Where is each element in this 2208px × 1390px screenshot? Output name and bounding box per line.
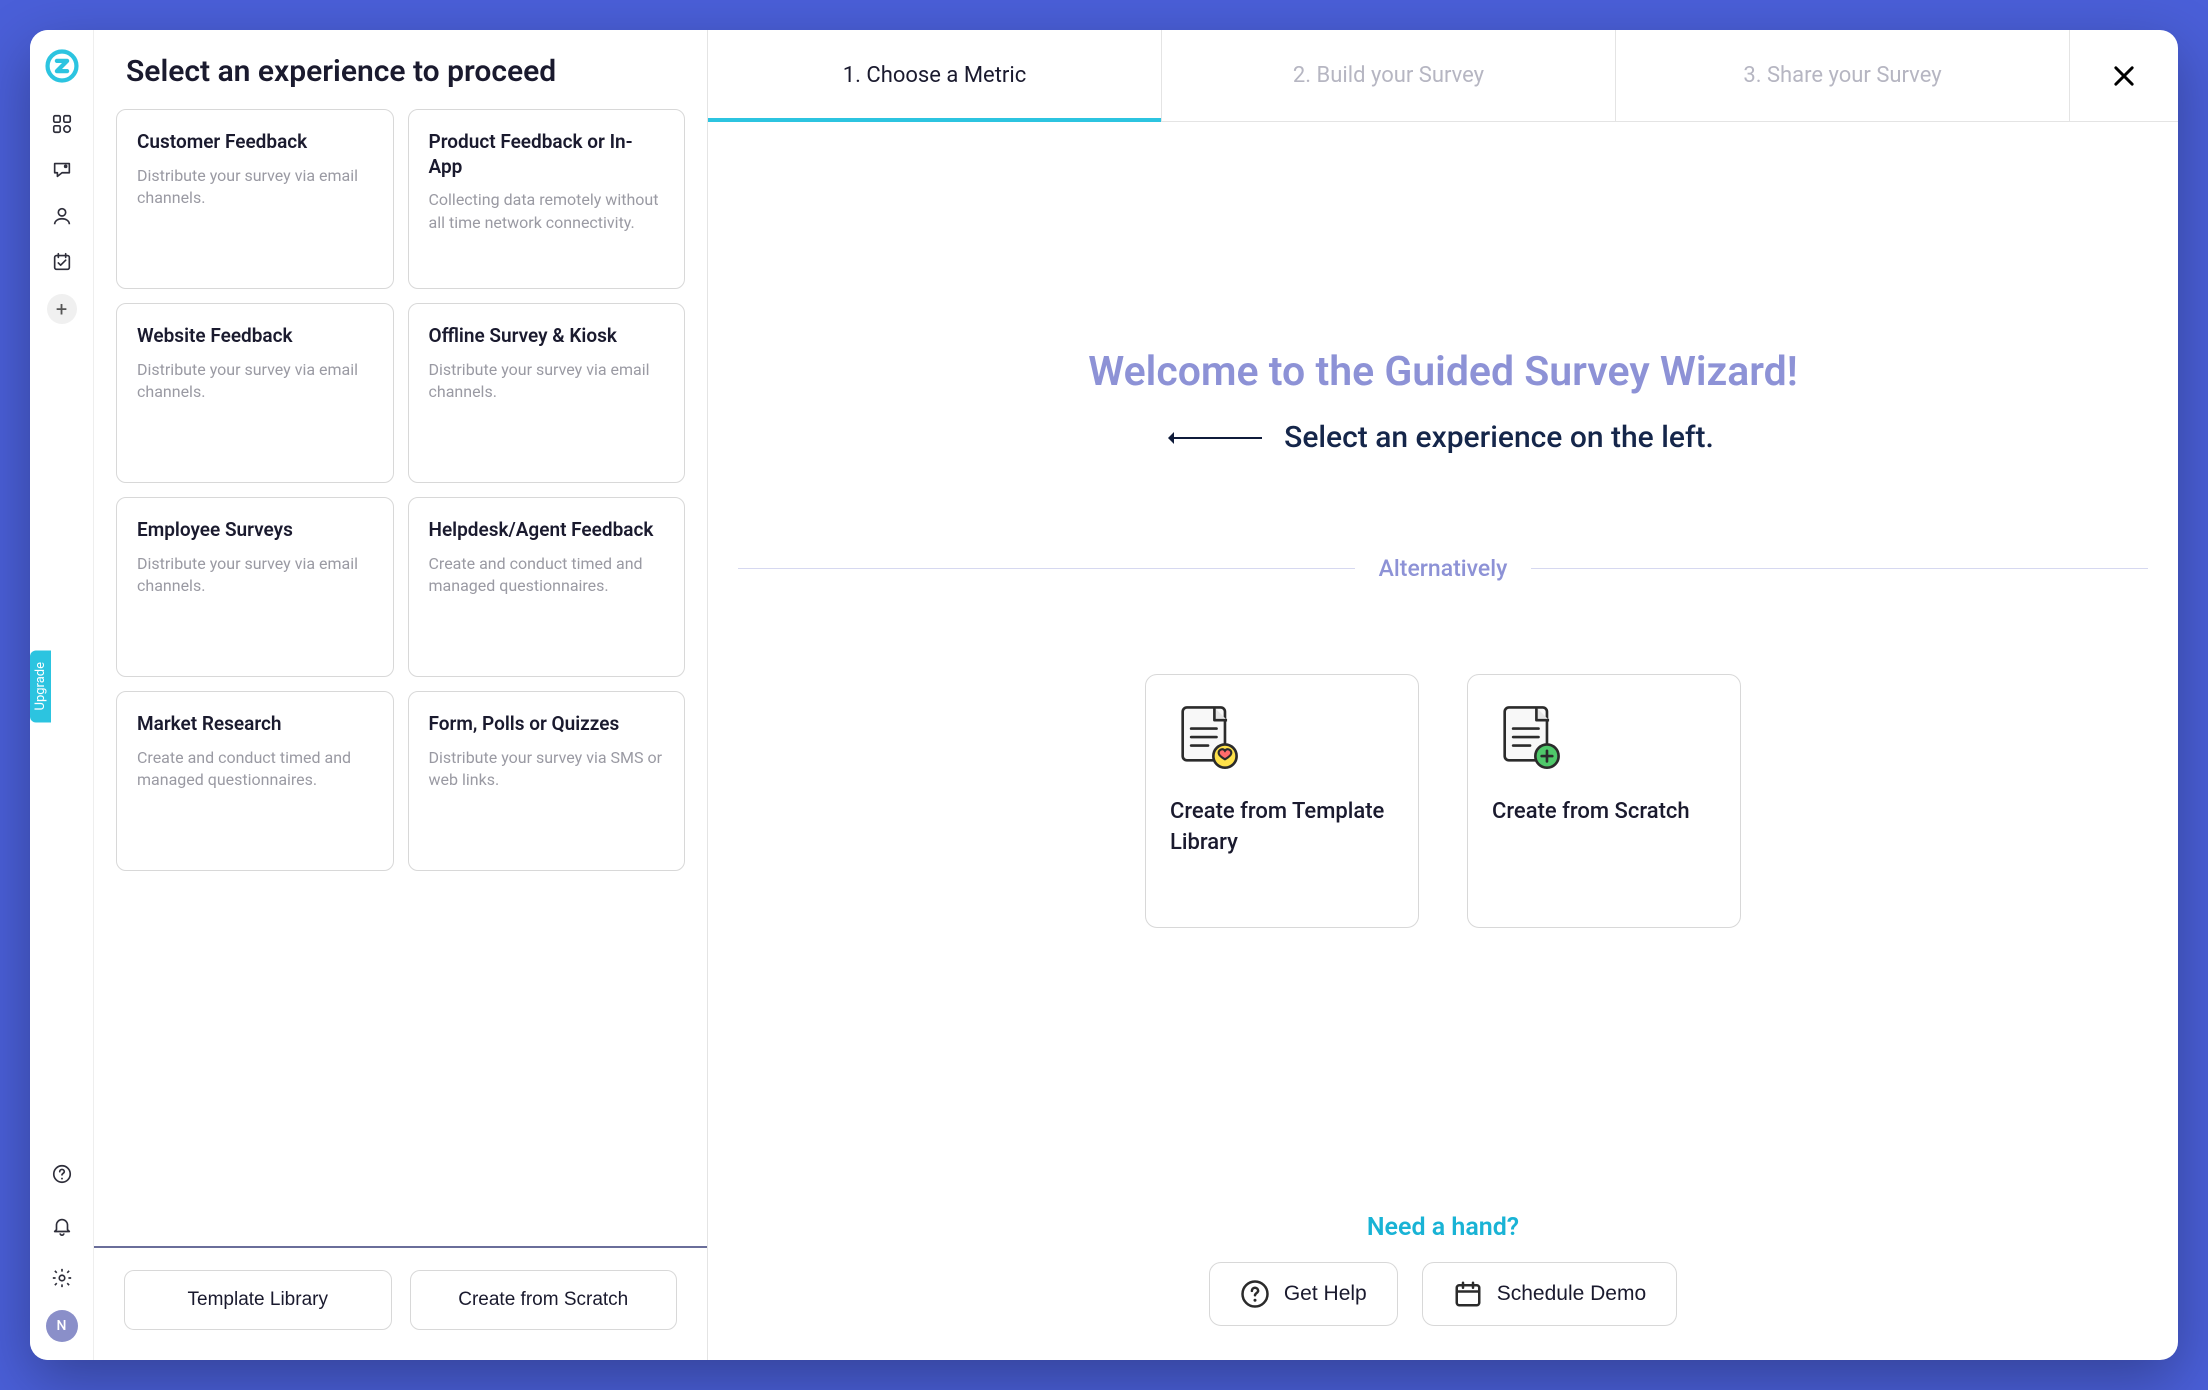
create-from-scratch-button[interactable]: Create from Scratch [410,1270,678,1330]
nav-conversations[interactable] [42,150,82,190]
experience-card[interactable]: Offline Survey & Kiosk Distribute your s… [408,303,686,483]
alternatively-label: Alternatively [1379,555,1508,582]
plus-icon: + [56,297,67,321]
need-a-hand-label: Need a hand? [1367,1213,1519,1242]
step-choose-metric[interactable]: 1. Choose a Metric [708,30,1162,121]
card-desc: Distribute your survey via email channel… [137,359,373,404]
chat-icon [51,159,73,181]
card-title: Market Research [137,712,373,737]
nav-contacts[interactable] [42,196,82,236]
app-logo-icon [45,49,79,83]
card-title: Employee Surveys [137,518,373,543]
alt-card-scratch[interactable]: Create from Scratch [1467,674,1741,928]
close-icon [2110,62,2138,90]
panel-footer: Template Library Create from Scratch [94,1246,707,1360]
arrow-left-icon [1172,437,1262,439]
card-title: Helpdesk/Agent Feedback [429,518,665,543]
card-title: Product Feedback or In-App [429,130,665,179]
logo[interactable] [42,46,82,86]
experience-card[interactable]: Customer Feedback Distribute your survey… [116,109,394,289]
step-build-survey[interactable]: 2. Build your Survey [1162,30,1616,121]
avatar[interactable]: N [46,1310,78,1342]
close-button[interactable] [2070,30,2178,121]
experience-card[interactable]: Market Research Create and conduct timed… [116,691,394,871]
card-title: Form, Polls or Quizzes [429,712,665,737]
add-button[interactable]: + [47,294,77,324]
card-desc: Collecting data remotely without all tim… [429,189,665,234]
experience-card[interactable]: Product Feedback or In-App Collecting da… [408,109,686,289]
step-share-survey[interactable]: 3. Share your Survey [1616,30,2070,121]
calendar-check-icon [51,251,73,273]
nav-tasks[interactable] [42,242,82,282]
experience-card[interactable]: Employee Surveys Distribute your survey … [116,497,394,677]
card-desc: Create and conduct timed and managed que… [137,747,373,792]
card-desc: Distribute your survey via email channel… [137,165,373,210]
question-icon [51,1163,73,1185]
card-desc: Distribute your survey via SMS or web li… [429,747,665,792]
experience-panel: Select an experience to proceed Customer… [94,30,708,1360]
panel-title: Select an experience to proceed [126,54,675,89]
nav-help[interactable] [42,1154,82,1194]
divider-line [738,568,1355,569]
create-scratch-icon [1492,699,1566,773]
wizard-panel: 1. Choose a Metric 2. Build your Survey … [708,30,2178,1360]
gear-icon [51,1267,73,1289]
calendar-icon [1453,1279,1483,1309]
wizard-subtitle: Select an experience on the left. [1284,420,1714,455]
steps-bar: 1. Choose a Metric 2. Build your Survey … [708,30,2178,122]
card-desc: Distribute your survey via email channel… [137,553,373,598]
help-footer: Need a hand? Get Help Schedule Demo [1209,1213,1677,1360]
nav-dashboard[interactable] [42,104,82,144]
alt-card-title: Create from Template Library [1170,797,1394,859]
schedule-demo-button[interactable]: Schedule Demo [1422,1262,1677,1326]
nav-rail: + Upgrade N [30,30,94,1360]
experience-card[interactable]: Form, Polls or Quizzes Distribute your s… [408,691,686,871]
app-window: + Upgrade N Select an experience to proc… [30,30,2178,1360]
card-title: Website Feedback [137,324,373,349]
card-title: Offline Survey & Kiosk [429,324,665,349]
wizard-title: Welcome to the Guided Survey Wizard! [1088,348,1798,396]
schedule-demo-label: Schedule Demo [1497,1282,1646,1306]
nav-notifications[interactable] [42,1206,82,1246]
bell-icon [51,1215,73,1237]
grid-icon [51,113,73,135]
experience-card[interactable]: Helpdesk/Agent Feedback Create and condu… [408,497,686,677]
card-title: Customer Feedback [137,130,373,155]
divider-line [1531,568,2148,569]
get-help-button[interactable]: Get Help [1209,1262,1398,1326]
question-circle-icon [1240,1279,1270,1309]
user-icon [51,205,73,227]
experience-cards-grid: Customer Feedback Distribute your survey… [116,109,685,871]
card-desc: Create and conduct timed and managed que… [429,553,665,598]
experience-card[interactable]: Website Feedback Distribute your survey … [116,303,394,483]
card-desc: Distribute your survey via email channel… [429,359,665,404]
nav-settings[interactable] [42,1258,82,1298]
alt-card-template-library[interactable]: Create from Template Library [1145,674,1419,928]
template-library-icon [1170,699,1244,773]
upgrade-tab[interactable]: Upgrade [30,650,51,722]
alt-card-title: Create from Scratch [1492,797,1716,828]
template-library-button[interactable]: Template Library [124,1270,392,1330]
get-help-label: Get Help [1284,1282,1367,1306]
